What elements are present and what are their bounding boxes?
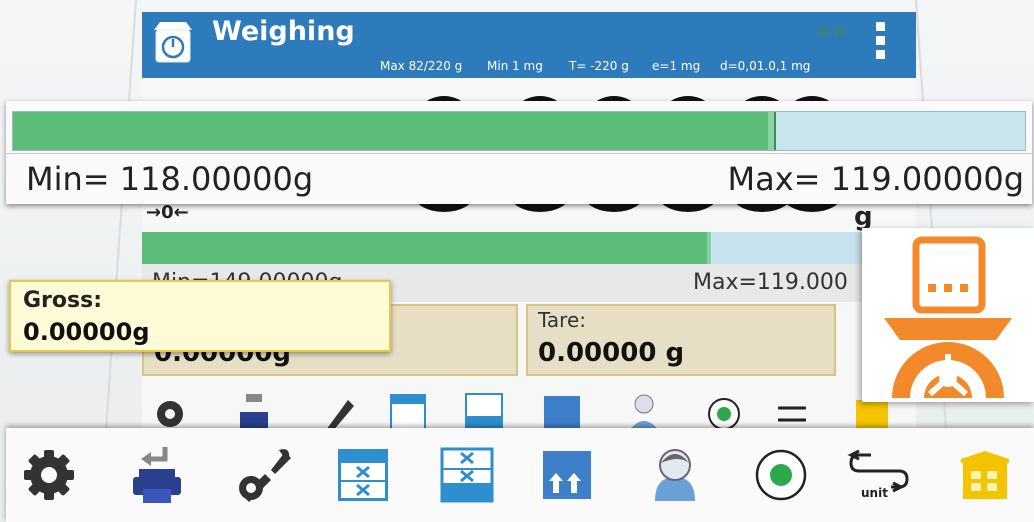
tare-memory-icon <box>338 449 388 501</box>
user-button[interactable] <box>642 442 708 508</box>
scale-tile[interactable] <box>862 228 1034 402</box>
record-icon <box>755 449 807 501</box>
spec-max: Max 82/220 g <box>380 59 463 73</box>
user-icon <box>628 394 660 432</box>
settings-gear-icon <box>24 450 74 500</box>
bottom-toolbar: unit <box>6 428 1034 522</box>
background-toolbar <box>142 384 916 432</box>
bargraph-fill <box>13 112 768 150</box>
gross-value: 0.00000g <box>23 318 150 346</box>
stack-button[interactable] <box>534 442 600 508</box>
print-icon <box>133 447 181 503</box>
minmax-row: Min= 118.00000g Max= 119.00000g <box>6 153 1032 204</box>
print-icon <box>240 394 268 430</box>
spec-e: e=1 mg <box>652 59 701 73</box>
title-bar: Weighing Max 82/220 g Min 1 mg T= -220 g… <box>142 12 916 78</box>
unit-change-button[interactable]: unit <box>846 442 912 508</box>
menu-icon[interactable] <box>876 22 886 64</box>
spec-d: d=0,01.0,1 mg <box>720 59 811 73</box>
tare-info-box: Tare: 0.00000 g <box>526 304 836 376</box>
unit-change-icon <box>778 406 806 422</box>
unit-glyph: unit <box>861 486 888 500</box>
stack-icon <box>544 396 580 432</box>
spec-tare: T= -220 g <box>569 59 629 73</box>
background-weighing-screen: Weighing Max 82/220 g Min 1 mg T= -220 g… <box>142 12 916 432</box>
device-frame-left <box>104 0 138 430</box>
user-icon <box>655 449 695 501</box>
background-max-label: Max=119.000 <box>693 270 848 295</box>
database-icon <box>465 393 503 432</box>
balance-app-icon <box>154 22 192 63</box>
record-icon <box>708 398 740 430</box>
tools-icon <box>239 449 291 502</box>
tare-label: Tare: <box>538 308 586 332</box>
app-title: Weighing <box>212 16 355 47</box>
database-button[interactable] <box>434 442 500 508</box>
bargraph-track <box>12 111 1026 151</box>
status-indicators: ⁂ ⁂ <box>818 24 846 38</box>
database-icon <box>440 447 494 503</box>
warehouse-button[interactable] <box>952 442 1018 508</box>
zero-indicator: →0← <box>146 202 189 223</box>
tare-memory-button[interactable] <box>330 442 396 508</box>
min-threshold-label: Min= 118.00000g <box>26 160 314 198</box>
tare-value: 0.00000 g <box>538 338 685 368</box>
stack-icon <box>543 451 591 499</box>
bargraph-panel: Min= 118.00000g Max= 119.00000g <box>6 101 1032 204</box>
print-button[interactable] <box>124 442 190 508</box>
background-bargraph-fill <box>142 232 707 264</box>
scale-icon <box>884 236 1012 398</box>
unit-change-icon: unit <box>847 449 909 500</box>
spec-min: Min 1 mg <box>487 59 543 73</box>
gross-info-box: Gross: 0.00000g <box>9 280 391 352</box>
settings-gear-icon <box>157 401 183 427</box>
warehouse-icon <box>961 451 1009 499</box>
record-button[interactable] <box>748 442 814 508</box>
tools-button[interactable] <box>232 442 298 508</box>
settings-button[interactable] <box>16 442 82 508</box>
tare-memory-icon <box>390 394 426 432</box>
background-bargraph <box>142 232 916 264</box>
background-bargraph-mark <box>707 232 711 264</box>
max-threshold-label: Max= 119.00000g <box>727 160 1025 198</box>
gross-label: Gross: <box>23 288 103 313</box>
tools-icon <box>326 400 354 432</box>
bargraph-edge <box>774 112 776 150</box>
